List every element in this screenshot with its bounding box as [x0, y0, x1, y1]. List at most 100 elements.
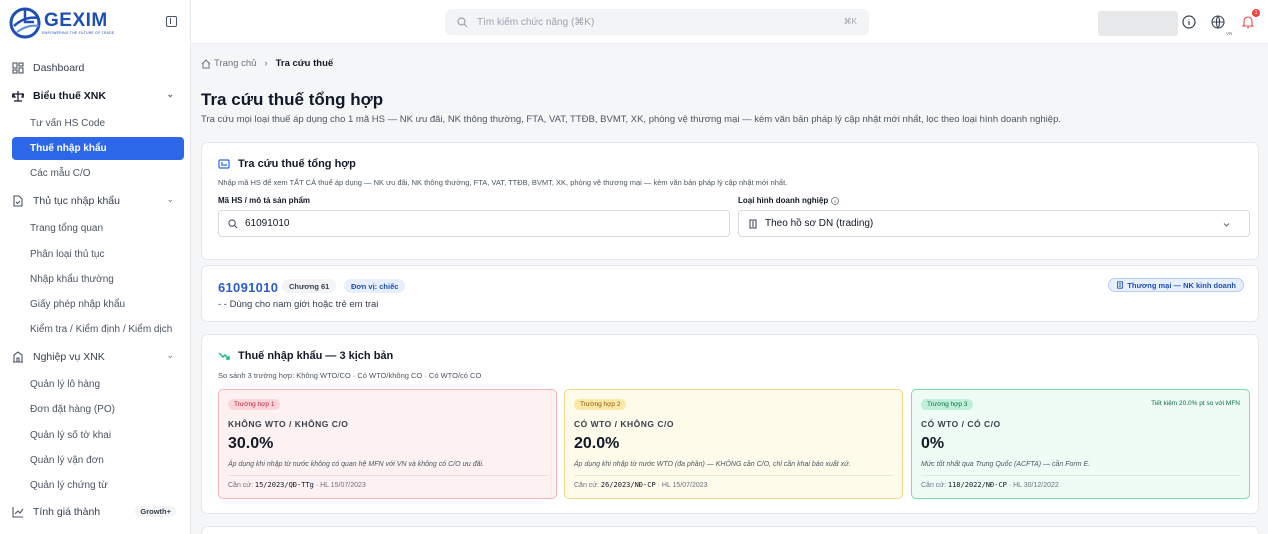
divider	[921, 475, 1240, 476]
import-tax-subtitle: So sánh 3 trường hợp: Không WTO/CO · Có …	[218, 371, 482, 380]
sidebar-item-tinh-gia-thanh[interactable]: Tính giá thành Growth+	[12, 501, 184, 523]
scenario-basis: Căn cứ: 118/2022/NĐ-CP · HL 30/12/2022	[921, 481, 1059, 489]
brand-logo[interactable]: GEXIM EMPOWERING THE FUTURE OF TRADE	[8, 6, 114, 40]
business-type-badge: Thương mại — NK kinh doanh	[1108, 278, 1244, 292]
business-type-label: Loại hình doanh nghiệp	[738, 196, 840, 205]
sidebar-collapse-icon[interactable]	[166, 16, 177, 27]
basis-document[interactable]: 26/2023/NĐ-CP	[601, 481, 656, 489]
page-title: Tra cứu thuế tổng hợp	[201, 90, 384, 109]
globe-language-icon[interactable]	[1211, 15, 1225, 29]
sidebar-subitem[interactable]: Phân loại thủ tục	[12, 243, 184, 266]
notification-count: 1	[1252, 9, 1260, 17]
breadcrumb: Trang chủ › Tra cứu thuế	[201, 58, 333, 69]
sidebar-subitem-tu-van-hs[interactable]: Tư vấn HS Code	[12, 112, 184, 135]
sidebar-subitem[interactable]: Quản lý chứng từ	[12, 474, 184, 497]
main-content: Trang chủ › Tra cứu thuế Tra cứu thuế tổ…	[191, 44, 1268, 534]
basis-document[interactable]: 118/2022/NĐ-CP	[948, 481, 1007, 489]
sidebar-subitem[interactable]: Trang tổng quan	[12, 217, 184, 240]
hs-code-heading: 61091010	[218, 280, 279, 295]
scenario-note: Mức tốt nhất qua Trung Quốc (ACFTA) — cầ…	[921, 461, 1091, 468]
info-icon[interactable]	[1182, 15, 1196, 29]
scenario-basis: Căn cứ: 15/2023/QĐ-TTg · HL 15/07/2023	[228, 481, 366, 489]
search-icon	[457, 16, 468, 27]
scenario-tag: Trường hợp 1	[228, 399, 281, 410]
search-placeholder: Tìm kiếm chức năng (⌘K)	[477, 16, 595, 28]
sidebar-subitem-mau-co[interactable]: Các mẫu C/O	[12, 162, 184, 185]
sidebar-item-thu-tuc[interactable]: Thủ tục nhập khẩu ⌄	[12, 190, 184, 212]
chevron-down-icon: ⌄	[166, 194, 174, 204]
shortcut-hint: ⌘K	[843, 17, 857, 26]
basis-date: · HL 15/07/2023	[657, 482, 708, 489]
saving-note: Tiết kiệm 20.0% pt so với MFN	[1151, 400, 1240, 407]
building-icon	[749, 219, 757, 228]
sidebar-subitem[interactable]: Nhập khẩu thường	[12, 268, 184, 291]
breadcrumb-home[interactable]: Trang chủ	[214, 58, 256, 69]
basis-date: · HL 30/12/2022	[1008, 482, 1059, 489]
hs-code-label: Mã HS / mô tả sản phẩm	[218, 196, 311, 205]
sidebar-subitem[interactable]: Quản lý số tờ khai	[12, 424, 184, 447]
growth-plan-badge: Growth+	[135, 506, 176, 517]
scenario-card[interactable]: Trường hợp 2 CÓ WTO / KHÔNG C/O 20.0% Áp…	[564, 389, 903, 499]
scenario-heading: CÓ WTO / KHÔNG C/O	[574, 419, 674, 429]
basis-date: · HL 15/07/2023	[315, 482, 366, 489]
sidebar-item-label: Thủ tục nhập khẩu	[33, 195, 120, 207]
scenario-rate: 20.0%	[574, 435, 620, 452]
sidebar-subitem[interactable]: Quản lý vận đơn	[12, 449, 184, 472]
basis-label: Căn cứ:	[574, 482, 599, 489]
brand-name: GEXIM	[44, 9, 108, 31]
language-code: VN	[1226, 31, 1233, 36]
sidebar-item-bieu-thue[interactable]: Biểu thuế XNK ⌄	[12, 85, 184, 107]
sidebar-item-dashboard[interactable]: Dashboard	[12, 57, 184, 79]
sidebar-subitem[interactable]: Giấy phép nhập khẩu	[12, 293, 184, 316]
scenario-note: Áp dụng khi nhập từ nước WTO (đa phần) —…	[574, 461, 851, 468]
sidebar-item-label: Tính giá thành	[33, 506, 101, 518]
divider	[574, 475, 893, 476]
chevron-down-icon: ⌄	[166, 89, 174, 99]
user-profile[interactable]	[1098, 11, 1178, 36]
chevron-down-icon	[1223, 223, 1230, 227]
building-icon	[12, 351, 24, 363]
brand-tagline: EMPOWERING THE FUTURE OF TRADE	[42, 30, 115, 35]
next-card	[201, 526, 1259, 534]
search-icon	[228, 218, 238, 228]
page-description: Tra cứu mọi loại thuế áp dụng cho 1 mã H…	[201, 114, 1061, 125]
dashboard-icon	[12, 62, 24, 74]
scenario-basis: Căn cứ: 26/2023/NĐ-CP · HL 15/07/2023	[574, 481, 708, 489]
hs-code-input[interactable]: 61091010	[218, 210, 730, 237]
sidebar-subitem[interactable]: Đơn đặt hàng (PO)	[12, 398, 184, 421]
product-card: 61091010 Chương 61 Đơn vị: chiếc Thương …	[201, 265, 1259, 322]
scenario-note: Áp dụng khi nhập từ nước không có quan h…	[228, 461, 485, 468]
business-type-label-text: Loại hình doanh nghiệp	[738, 196, 829, 205]
scenario-card[interactable]: Trường hợp 1 KHÔNG WTO / KHÔNG C/O 30.0%…	[218, 389, 557, 499]
sidebar-item-nghiep-vu[interactable]: Nghiệp vụ XNK ⌄	[12, 346, 184, 368]
divider	[228, 475, 547, 476]
basis-label: Căn cứ:	[228, 482, 253, 489]
scale-icon	[12, 90, 24, 102]
lookup-subtitle: Nhập mã HS để xem TẤT CẢ thuế áp dụng — …	[218, 178, 788, 187]
scenario-heading: CÓ WTO / CÓ C/O	[921, 419, 1001, 429]
scenario-tag: Trường hợp 3	[921, 399, 974, 410]
lookup-title: Tra cứu thuế tổng hợp	[218, 158, 356, 170]
import-tax-card: Thuế nhập khẩu — 3 kịch bản So sánh 3 tr…	[201, 334, 1259, 514]
sidebar-subitem[interactable]: Quản lý lô hàng	[12, 373, 184, 396]
search-input[interactable]: Tìm kiếm chức năng (⌘K) ⌘K	[445, 9, 869, 35]
document-icon	[12, 195, 24, 207]
basis-document[interactable]: 15/2023/QĐ-TTg	[255, 481, 314, 489]
home-icon	[201, 58, 211, 68]
sidebar: GEXIM EMPOWERING THE FUTURE OF TRADE Das…	[0, 0, 191, 534]
business-type-value: Theo hồ sơ DN (trading)	[765, 218, 874, 229]
sidebar-subitem[interactable]: Kiểm tra / Kiểm định / Kiểm dịch	[12, 318, 184, 341]
receipt-icon	[218, 159, 230, 169]
bell-icon[interactable]	[1241, 15, 1255, 29]
scenario-card[interactable]: Trường hợp 3 Tiết kiệm 20.0% pt so với M…	[911, 389, 1250, 499]
trend-down-icon	[218, 352, 230, 360]
business-type-select[interactable]: Theo hồ sơ DN (trading)	[738, 210, 1250, 237]
sidebar-item-label: Dashboard	[33, 62, 85, 74]
product-description: - - Dùng cho nam giới hoặc trẻ em trai	[218, 299, 379, 310]
scenario-tag: Trường hợp 2	[574, 399, 627, 410]
breadcrumb-current: Tra cứu thuế	[275, 58, 334, 69]
info-icon[interactable]	[831, 196, 840, 205]
import-tax-title-text: Thuế nhập khẩu — 3 kịch bản	[238, 350, 394, 362]
chevron-down-icon: ⌄	[166, 350, 174, 360]
sidebar-subitem-thue-nhap-khau[interactable]: Thuế nhập khẩu	[12, 137, 184, 160]
